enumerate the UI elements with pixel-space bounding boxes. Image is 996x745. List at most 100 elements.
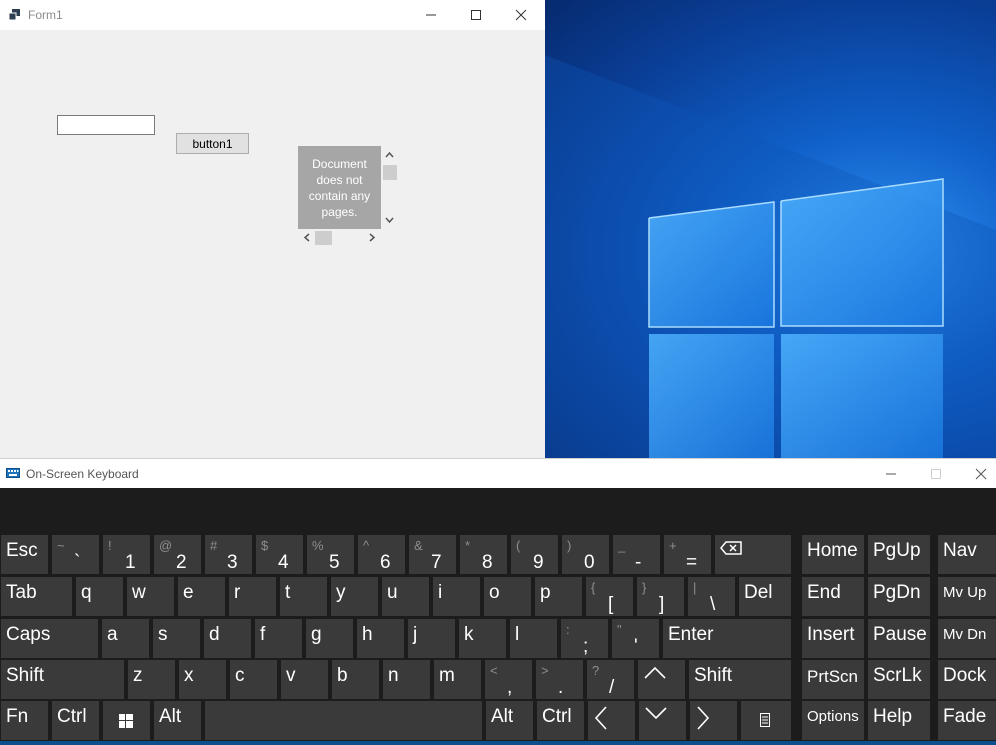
form1-titlebar[interactable]: Form1 (0, 0, 545, 30)
key-backspace[interactable] (715, 535, 791, 574)
key-left-arrow[interactable] (588, 701, 635, 740)
scroll-down-icon[interactable] (385, 217, 394, 224)
osk-close-button[interactable] (958, 459, 996, 489)
viewer-horizontal-scrollbar[interactable] (298, 229, 381, 246)
key-prtscn[interactable]: PrtScn (802, 660, 864, 699)
key-mv-up[interactable]: Mv Up (938, 577, 996, 616)
key-n[interactable]: n (383, 660, 430, 699)
key-insert[interactable]: Insert (802, 619, 864, 658)
key-e[interactable]: e (178, 577, 225, 616)
key-ctrl-right[interactable]: Ctrl (537, 701, 584, 740)
key-q[interactable]: q (76, 577, 123, 616)
key-x[interactable]: x (179, 660, 226, 699)
key-4[interactable]: $4 (256, 535, 303, 574)
key-minus[interactable]: _ - (613, 535, 660, 574)
key-options[interactable]: Options (802, 701, 864, 740)
key-home[interactable]: Home (802, 535, 864, 574)
key-ctrl-left[interactable]: Ctrl (52, 701, 99, 740)
key-0[interactable]: ) 0 (562, 535, 609, 574)
scroll-left-icon[interactable] (303, 233, 310, 242)
key-mv-dn[interactable]: Mv Dn (938, 619, 996, 658)
key-enter[interactable]: Enter (663, 619, 791, 658)
key-caps[interactable]: Caps (1, 619, 98, 658)
key-m[interactable]: m (434, 660, 481, 699)
key-semicolon[interactable]: :; (561, 619, 608, 658)
key-b[interactable]: b (332, 660, 379, 699)
key-backslash[interactable]: | \ (688, 577, 735, 616)
key-u[interactable]: u (382, 577, 429, 616)
key-fade[interactable]: Fade (938, 701, 996, 740)
scroll-right-icon[interactable] (369, 233, 376, 242)
key-z[interactable]: z (128, 660, 175, 699)
key-windows[interactable] (103, 701, 150, 740)
key-esc[interactable]: Esc (1, 535, 48, 574)
key-l[interactable]: l (510, 619, 557, 658)
key-w[interactable]: w (127, 577, 174, 616)
minimize-button[interactable] (408, 0, 454, 30)
vertical-scroll-thumb[interactable] (383, 165, 397, 180)
key-6[interactable]: ^ 6 (358, 535, 405, 574)
key-alt-left[interactable]: Alt (154, 701, 201, 740)
key-2[interactable]: @2 (154, 535, 201, 574)
key-7[interactable]: & 7 (409, 535, 456, 574)
key-5[interactable]: % 5 (307, 535, 354, 574)
key-pause[interactable]: Pause (868, 619, 930, 658)
key-dock[interactable]: Dock (938, 660, 996, 699)
key-p[interactable]: p (535, 577, 582, 616)
key-comma[interactable]: <, (485, 660, 532, 699)
key-menu[interactable] (741, 701, 791, 740)
key-c[interactable]: c (230, 660, 277, 699)
key-pgdn[interactable]: PgDn (868, 577, 930, 616)
key-slash[interactable]: ? / (587, 660, 634, 699)
key-quote[interactable]: " ' (612, 619, 659, 658)
key-k[interactable]: k (459, 619, 506, 658)
key-1[interactable]: ! 1 (103, 535, 150, 574)
maximize-button[interactable] (453, 0, 499, 30)
key-a[interactable]: a (102, 619, 149, 658)
key-del[interactable]: Del (739, 577, 791, 616)
key-i[interactable]: i (433, 577, 480, 616)
key-9[interactable]: (9 (511, 535, 558, 574)
key-period[interactable]: >. (536, 660, 583, 699)
osk-titlebar[interactable]: On-Screen Keyboard (0, 458, 996, 488)
key-pgup[interactable]: PgUp (868, 535, 930, 574)
key-fn[interactable]: Fn (1, 701, 48, 740)
osk-maximize-button[interactable] (913, 459, 959, 489)
button1[interactable]: button1 (176, 133, 249, 154)
textbox1[interactable] (57, 115, 155, 135)
key-t[interactable]: t (280, 577, 327, 616)
key-3[interactable]: #3 (205, 535, 252, 574)
key-right-arrow[interactable] (690, 701, 737, 740)
close-button[interactable] (498, 0, 544, 30)
osk-minimize-button[interactable] (868, 459, 914, 489)
key-help[interactable]: Help (868, 701, 930, 740)
key-v[interactable]: v (281, 660, 328, 699)
key-shift-left[interactable]: Shift (1, 660, 124, 699)
key-down-arrow[interactable] (639, 701, 686, 740)
key-nav[interactable]: Nav (938, 535, 996, 574)
scroll-up-icon[interactable] (385, 151, 394, 158)
key-end[interactable]: End (802, 577, 864, 616)
key-8[interactable]: * 8 (460, 535, 507, 574)
key-equals[interactable]: + = (664, 535, 711, 574)
key-d[interactable]: d (204, 619, 251, 658)
key-j[interactable]: j (408, 619, 455, 658)
key-y[interactable]: y (331, 577, 378, 616)
key-s[interactable]: s (153, 619, 200, 658)
key-g[interactable]: g (306, 619, 353, 658)
key-up-arrow[interactable] (638, 660, 685, 699)
key-h[interactable]: h (357, 619, 404, 658)
key-space[interactable] (205, 701, 482, 740)
key-o[interactable]: o (484, 577, 531, 616)
key-r[interactable]: r (229, 577, 276, 616)
viewer-vertical-scrollbar[interactable] (381, 146, 398, 229)
key-scrlk[interactable]: ScrLk (868, 660, 930, 699)
key-alt-right[interactable]: Alt (486, 701, 533, 740)
key-f[interactable]: f (255, 619, 302, 658)
key-shift-right[interactable]: Shift (689, 660, 791, 699)
horizontal-scroll-thumb[interactable] (315, 231, 332, 245)
key-right-bracket[interactable]: }] (637, 577, 684, 616)
key-left-bracket[interactable]: {[ (586, 577, 633, 616)
key-grave[interactable]: ~ ` (52, 535, 99, 574)
key-tab[interactable]: Tab (1, 577, 72, 616)
